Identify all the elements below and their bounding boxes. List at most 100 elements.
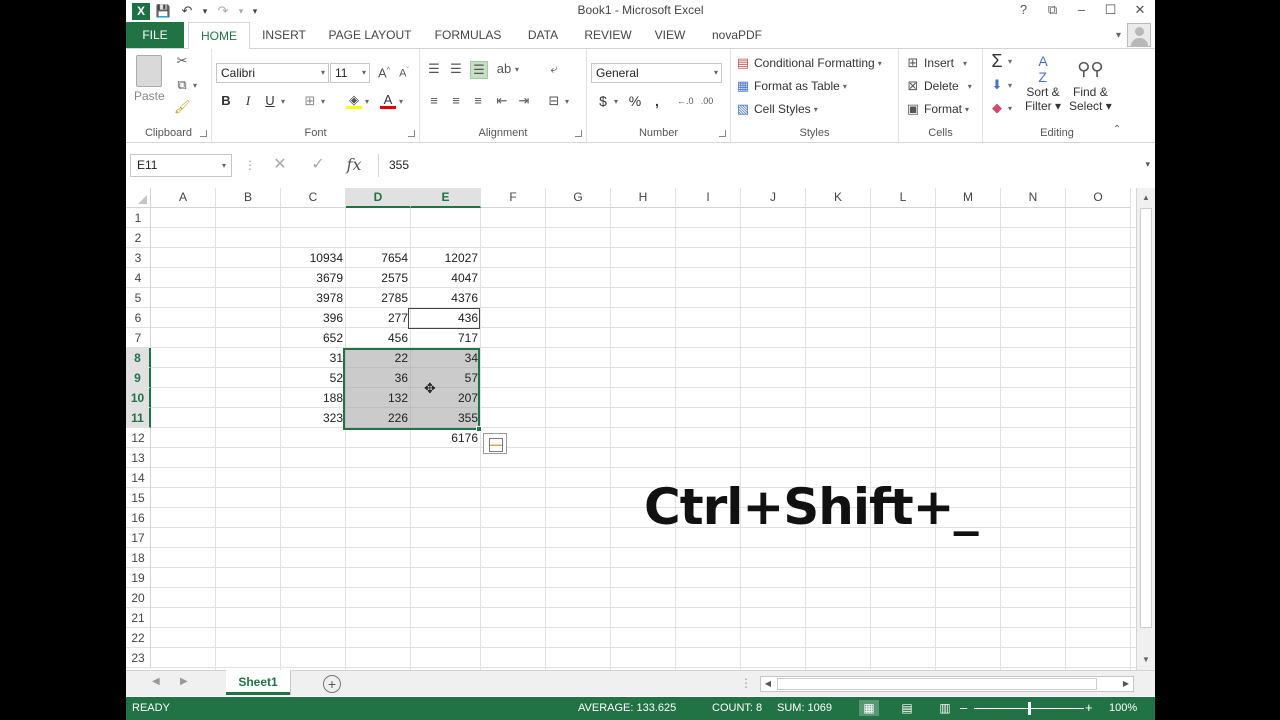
- middle-align-button[interactable]: ☰: [448, 61, 464, 77]
- customize-qat-icon[interactable]: ▾: [248, 2, 262, 20]
- dialog-launcher-icon[interactable]: [408, 130, 415, 137]
- increase-font-size-button[interactable]: A^: [376, 63, 392, 80]
- row-header-14[interactable]: 14: [126, 468, 151, 488]
- cell-e11[interactable]: 355: [411, 408, 481, 428]
- row-header-11[interactable]: 11: [126, 408, 151, 428]
- cell-d8[interactable]: 22: [346, 348, 411, 368]
- tab-review[interactable]: REVIEW: [578, 22, 638, 48]
- column-header-m[interactable]: M: [936, 188, 1001, 208]
- row-header-12[interactable]: 12: [126, 428, 151, 448]
- cell-d9[interactable]: 36: [346, 368, 411, 388]
- help-button[interactable]: ?: [1009, 0, 1038, 22]
- center-button[interactable]: ≡: [448, 93, 464, 109]
- cell-d7[interactable]: 456: [346, 328, 411, 348]
- align-right-button[interactable]: ≡: [470, 93, 486, 109]
- decrease-font-size-button[interactable]: Aˇ: [396, 63, 412, 80]
- vertical-scrollbar[interactable]: ▲ ▼: [1136, 188, 1155, 670]
- zoom-out-button[interactable]: –: [960, 700, 967, 715]
- formula-input[interactable]: 355: [378, 154, 1138, 177]
- align-left-button[interactable]: ≡: [426, 93, 442, 109]
- zoom-in-button[interactable]: +: [1085, 700, 1093, 715]
- cut-button[interactable]: ✂: [174, 53, 190, 69]
- row-header-6[interactable]: 6: [126, 308, 151, 328]
- scroll-right-icon[interactable]: ▶: [1119, 677, 1133, 691]
- row-header-17[interactable]: 17: [126, 528, 151, 548]
- tab-novapdf[interactable]: novaPDF: [704, 22, 770, 48]
- row-header-15[interactable]: 15: [126, 488, 151, 508]
- redo-icon[interactable]: ↷: [212, 2, 234, 20]
- clear-button[interactable]: ◆ ▾: [989, 100, 1012, 116]
- row-header-20[interactable]: 20: [126, 588, 151, 608]
- increase-decimal-button[interactable]: ←.0: [677, 93, 694, 109]
- font-color-button[interactable]: A ▾: [380, 93, 403, 109]
- minimize-button[interactable]: –: [1067, 0, 1096, 22]
- cell-e4[interactable]: 4047: [411, 268, 481, 288]
- row-header-16[interactable]: 16: [126, 508, 151, 528]
- page-break-view-icon[interactable]: ▥: [935, 700, 955, 716]
- tab-sheet1[interactable]: Sheet1: [226, 670, 290, 695]
- currency-button[interactable]: $ ▾: [595, 93, 618, 109]
- tab-view[interactable]: VIEW: [648, 22, 692, 48]
- scroll-up-icon[interactable]: ▲: [1137, 190, 1155, 206]
- cell-c11[interactable]: 323: [281, 408, 346, 428]
- cell-e8[interactable]: 34: [411, 348, 481, 368]
- underline-button[interactable]: U ▾: [262, 93, 285, 109]
- cell-c6[interactable]: 396: [281, 308, 346, 328]
- row-header-23[interactable]: 23: [126, 648, 151, 668]
- row-header-9[interactable]: 9: [126, 368, 151, 388]
- decrease-decimal-button[interactable]: .00: [699, 93, 715, 109]
- select-all-button[interactable]: [126, 188, 151, 208]
- cell-e7[interactable]: 717: [411, 328, 481, 348]
- cell-e3[interactable]: 12027: [411, 248, 481, 268]
- cell-c5[interactable]: 3978: [281, 288, 346, 308]
- decrease-indent-button[interactable]: ⇤: [494, 93, 510, 109]
- ribbon-display-options-button[interactable]: ⧉: [1038, 0, 1067, 22]
- vertical-scroll-thumb[interactable]: [1140, 208, 1152, 628]
- cell-d10[interactable]: 132: [346, 388, 411, 408]
- row-header-19[interactable]: 19: [126, 568, 151, 588]
- cell-c7[interactable]: 652: [281, 328, 346, 348]
- cell-d3[interactable]: 7654: [346, 248, 411, 268]
- column-header-n[interactable]: N: [1001, 188, 1066, 208]
- italic-button[interactable]: I: [240, 93, 256, 109]
- chevron-down-icon[interactable]: ▾: [222, 155, 226, 176]
- cell-c3[interactable]: 10934: [281, 248, 346, 268]
- cell-c8[interactable]: 31: [281, 348, 346, 368]
- cell-c9[interactable]: 52: [281, 368, 346, 388]
- tab-data[interactable]: DATA: [518, 22, 568, 48]
- next-sheet-icon[interactable]: ▶: [180, 676, 188, 687]
- row-header-7[interactable]: 7: [126, 328, 151, 348]
- row-header-13[interactable]: 13: [126, 448, 151, 468]
- cell-c10[interactable]: 188: [281, 388, 346, 408]
- maximize-button[interactable]: ☐: [1096, 0, 1125, 22]
- orientation-button[interactable]: ab ▾: [496, 61, 519, 77]
- sort-filter-button[interactable]: AZ Sort & Filter ▾: [1025, 53, 1061, 113]
- cell-d11[interactable]: 226: [346, 408, 411, 428]
- status-sum[interactable]: SUM: 1069: [777, 702, 832, 714]
- column-header-d[interactable]: D: [346, 188, 411, 208]
- tab-file[interactable]: FILE: [126, 22, 184, 48]
- insert-function-icon[interactable]: fx: [340, 153, 368, 177]
- prev-sheet-icon[interactable]: ◀: [152, 676, 160, 687]
- row-header-4[interactable]: 4: [126, 268, 151, 288]
- scroll-down-icon[interactable]: ▼: [1137, 652, 1155, 668]
- collapse-ribbon-button[interactable]: ⌃: [1109, 122, 1125, 138]
- close-button[interactable]: ✕: [1125, 0, 1155, 22]
- borders-button[interactable]: ⊞ ▾: [302, 93, 325, 109]
- percent-button[interactable]: %: [627, 93, 643, 109]
- cell-e6[interactable]: 436: [411, 308, 481, 328]
- tab-page-layout[interactable]: PAGE LAYOUT: [322, 22, 418, 48]
- delete-cells-button[interactable]: ⊠ Delete ▾: [905, 78, 972, 94]
- cell-d4[interactable]: 2575: [346, 268, 411, 288]
- column-header-j[interactable]: J: [741, 188, 806, 208]
- format-cells-button[interactable]: ▣ Format ▾: [905, 101, 969, 117]
- font-size-combo[interactable]: 11 ▾: [330, 63, 370, 83]
- row-header-3[interactable]: 3: [126, 248, 151, 268]
- row-header-21[interactable]: 21: [126, 608, 151, 628]
- cell-d6[interactable]: 277: [346, 308, 411, 328]
- account-dropdown-icon[interactable]: ▾: [1116, 30, 1121, 41]
- increase-indent-button[interactable]: ⇥: [516, 93, 532, 109]
- undo-dropdown-icon[interactable]: ▾: [200, 2, 210, 20]
- bottom-align-button[interactable]: ☰: [470, 61, 488, 79]
- cell-e9[interactable]: 57: [411, 368, 481, 388]
